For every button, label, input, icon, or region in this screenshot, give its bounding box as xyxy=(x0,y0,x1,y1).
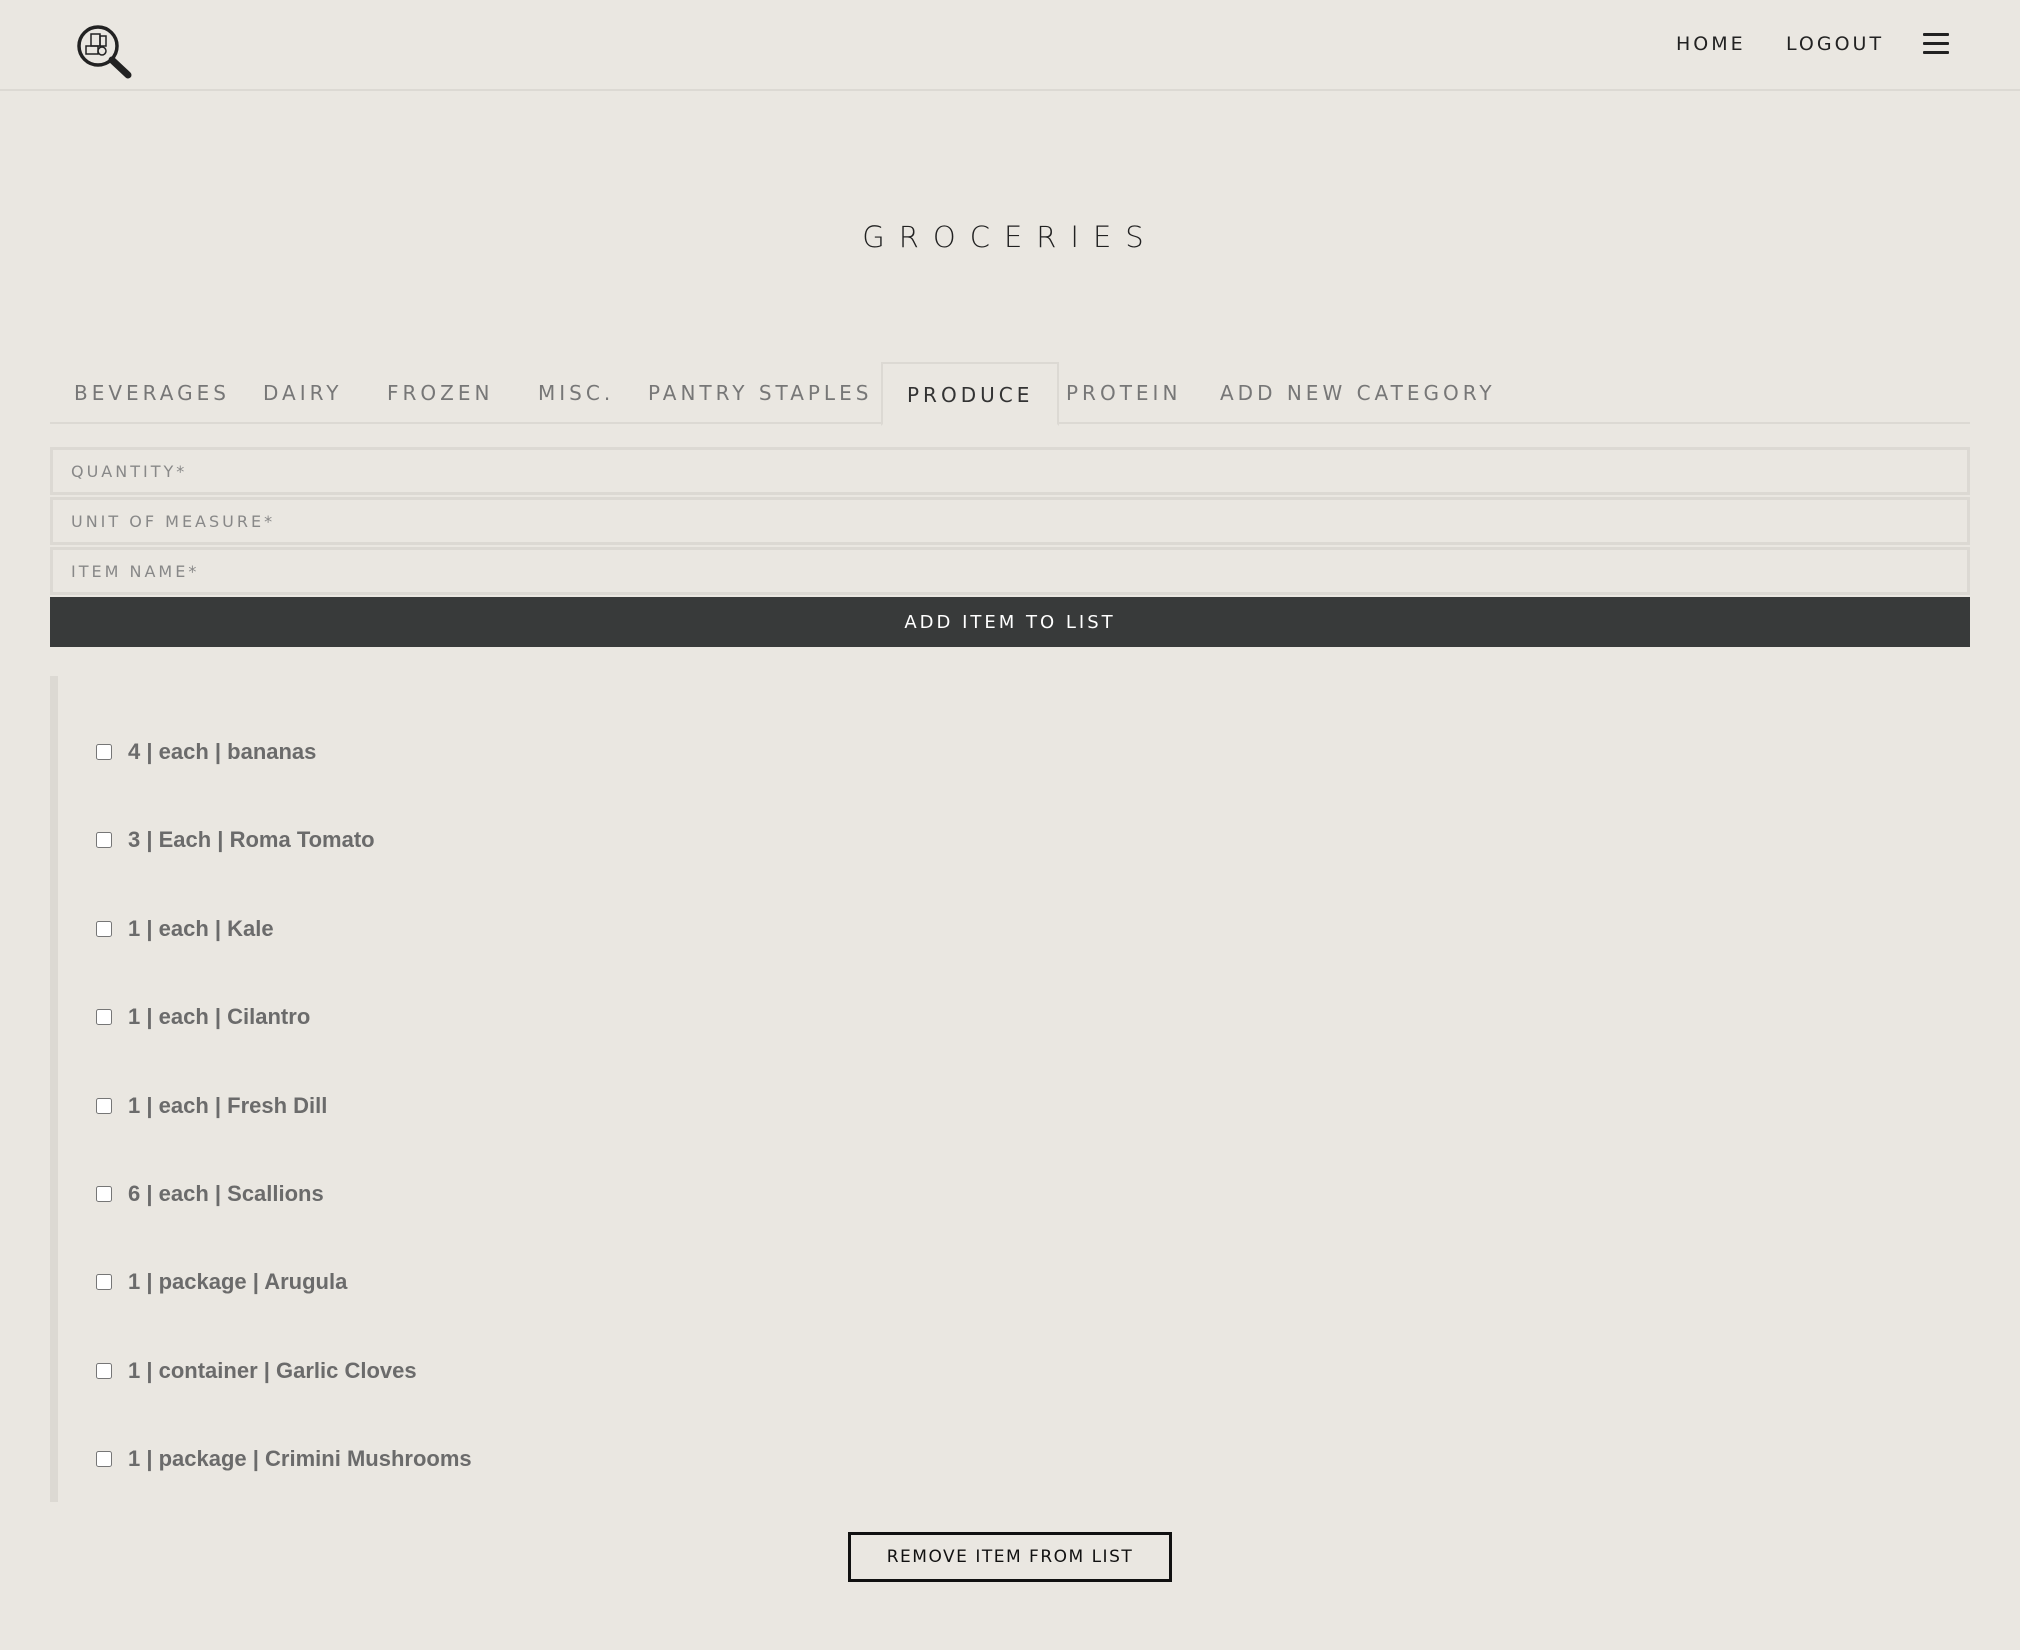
item-checkbox[interactable] xyxy=(96,744,112,760)
item-checkbox[interactable] xyxy=(96,1274,112,1290)
item-label: 4 | each | bananas xyxy=(128,739,317,764)
item-label: 1 | package | Arugula xyxy=(128,1269,348,1294)
tab-add-new-category[interactable]: ADD NEW CATEGORY xyxy=(1196,362,1520,424)
hamburger-line xyxy=(1923,51,1949,54)
item-checkbox[interactable] xyxy=(96,1098,112,1114)
item-checkbox[interactable] xyxy=(96,1186,112,1202)
item-label: 3 | Each | Roma Tomato xyxy=(128,827,375,852)
tab-protein[interactable]: PROTEIN xyxy=(1042,362,1205,424)
remove-item-button[interactable]: REMOVE ITEM FROM LIST xyxy=(848,1532,1172,1582)
grocery-item-list: 4 | each | bananas 3 | Each | Roma Tomat… xyxy=(50,676,1970,1502)
item-label: 1 | container | Garlic Cloves xyxy=(128,1358,417,1383)
page-title: GROCERIES xyxy=(862,220,1158,254)
item-label: 6 | each | Scallions xyxy=(128,1181,324,1206)
unit-of-measure-input[interactable] xyxy=(50,497,1970,545)
item-checkbox[interactable] xyxy=(96,832,112,848)
item-checkbox[interactable] xyxy=(96,1451,112,1467)
add-item-button[interactable]: ADD ITEM TO LIST xyxy=(50,597,1970,647)
tab-misc[interactable]: MISC. xyxy=(514,362,638,424)
magnifier-grocery-icon[interactable] xyxy=(74,22,134,80)
tab-beverages[interactable]: BEVERAGES xyxy=(50,362,254,424)
tab-produce[interactable]: PRODUCE xyxy=(881,362,1060,426)
nav-home-link[interactable]: HOME xyxy=(1676,33,1746,55)
item-checkbox[interactable] xyxy=(96,1009,112,1025)
tab-dairy[interactable]: DAIRY xyxy=(239,362,366,424)
tab-pantry-staples[interactable]: PANTRY STAPLES xyxy=(624,362,896,424)
hamburger-line xyxy=(1923,42,1949,45)
item-label: 1 | each | Cilantro xyxy=(128,1004,311,1029)
item-checkbox[interactable] xyxy=(96,921,112,937)
tab-frozen[interactable]: FROZEN xyxy=(363,362,517,424)
nav-logout-link[interactable]: LOGOUT xyxy=(1786,33,1884,55)
item-label: 1 | each | Kale xyxy=(128,916,274,941)
top-navigation-bar: HOME LOGOUT xyxy=(0,0,2020,91)
hamburger-icon[interactable] xyxy=(1923,33,1949,55)
item-label: 1 | each | Fresh Dill xyxy=(128,1093,328,1118)
item-checkbox[interactable] xyxy=(96,1363,112,1379)
item-label: 1 | package | Crimini Mushrooms xyxy=(128,1446,472,1471)
item-name-input[interactable] xyxy=(50,547,1970,595)
category-tabs: BEVERAGES DAIRY FROZEN MISC. PANTRY STAP… xyxy=(50,362,1970,426)
hamburger-line xyxy=(1923,33,1949,36)
quantity-input[interactable] xyxy=(50,447,1970,495)
